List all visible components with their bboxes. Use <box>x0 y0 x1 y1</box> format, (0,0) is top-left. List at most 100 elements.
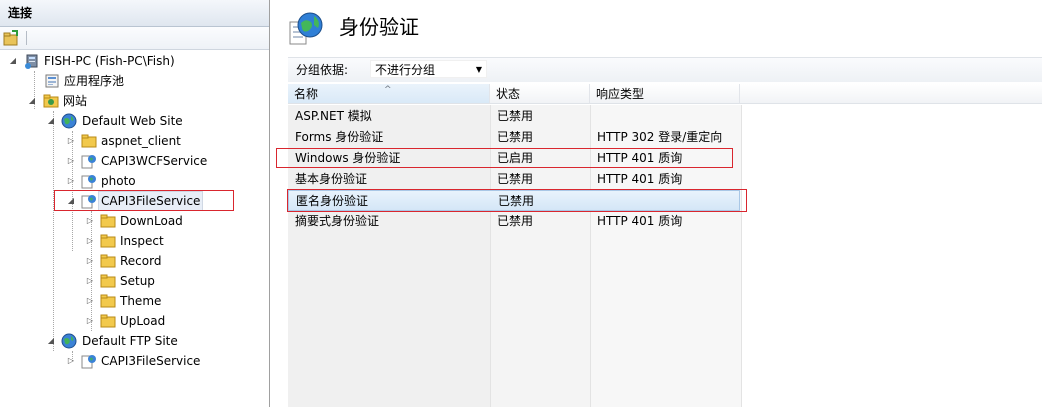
tree-item-label: CAPI3FileService <box>101 354 201 368</box>
tree-item-label: Setup <box>120 274 155 288</box>
folder-icon <box>100 234 116 248</box>
feature-panel: 身份验证 分组依据: 不进行分组 ▼ 名称 ^ 状态 响应类型 ASP.NET … <box>271 0 1042 407</box>
sort-ascending-icon: ^ <box>384 85 392 95</box>
tree-item-label: Record <box>120 254 162 268</box>
cell-name: ASP.NET 模拟 <box>295 109 372 123</box>
collapse-icon[interactable]: ▷ <box>85 271 95 291</box>
tree-item-label: DownLoad <box>120 214 183 228</box>
column-header-label: 响应类型 <box>596 87 645 101</box>
tree-item-inspect[interactable]: ▷ Inspect <box>0 231 268 251</box>
folder-icon <box>100 254 116 268</box>
web-app-icon <box>81 155 96 169</box>
collapse-icon[interactable]: ▷ <box>85 291 95 311</box>
expand-icon[interactable]: ◢ <box>46 111 56 131</box>
connections-toolbar <box>0 27 269 50</box>
tree-item-upload[interactable]: ▷ UpLoad <box>0 311 268 331</box>
tree-item-sites[interactable]: ◢ 网站 <box>0 91 268 111</box>
column-header-name[interactable]: 名称 ^ <box>288 84 490 104</box>
collapse-icon[interactable]: ▷ <box>85 251 95 271</box>
expand-icon[interactable]: ◢ <box>46 331 56 351</box>
collapse-icon[interactable]: ▷ <box>66 151 76 171</box>
column-header-label: 名称 <box>294 87 319 101</box>
folder-icon <box>100 274 116 288</box>
highlight-box <box>54 190 234 211</box>
server-icon <box>25 54 38 69</box>
cell-name: 摘要式身份验证 <box>295 214 380 228</box>
web-app-icon <box>81 175 96 189</box>
tree-item-download[interactable]: ▷ DownLoad <box>0 211 268 231</box>
folder-icon <box>100 294 116 308</box>
web-app-icon <box>81 355 96 369</box>
column-header-label: 状态 <box>496 87 521 101</box>
expand-icon[interactable]: ◢ <box>27 91 37 111</box>
collapse-icon[interactable]: ▷ <box>66 131 76 151</box>
tree-item-label: UpLoad <box>120 314 166 328</box>
tree-item-server[interactable]: ◢ FISH-PC (Fish-PC\Fish) <box>0 51 268 71</box>
cell-response-type: HTTP 401 质询 <box>597 214 683 228</box>
globe-icon <box>61 333 77 349</box>
tree-item-label: Default FTP Site <box>82 334 178 348</box>
collapse-icon[interactable]: ▷ <box>66 171 76 191</box>
tree-item-photo[interactable]: ▷ photo <box>0 171 268 191</box>
cell-response-type: HTTP 302 登录/重定向 <box>597 130 723 144</box>
app-pool-icon <box>45 74 59 88</box>
tree-item-aspnet-client[interactable]: ▷ aspnet_client <box>0 131 268 151</box>
collapse-icon[interactable]: ▷ <box>85 231 95 251</box>
authentication-icon <box>289 12 323 45</box>
collapse-icon[interactable]: ▷ <box>66 351 76 371</box>
table-row[interactable]: Forms 身份验证 已禁用 HTTP 302 登录/重定向 <box>288 127 740 148</box>
highlight-box <box>276 148 733 168</box>
cell-status: 已禁用 <box>497 130 534 144</box>
column-header-response-type[interactable]: 响应类型 <box>590 84 740 104</box>
tree-item-label: aspnet_client <box>101 134 181 148</box>
column-header-filler <box>740 84 1042 104</box>
globe-icon <box>61 113 77 129</box>
tree-item-label: Theme <box>120 294 162 308</box>
tree-item-ftp-capi3fileservice[interactable]: ▷ CAPI3FileService <box>0 351 268 371</box>
tree-item-label: CAPI3WCFService <box>101 154 208 168</box>
tree-item-record[interactable]: ▷ Record <box>0 251 268 271</box>
grid-header: 名称 ^ 状态 响应类型 <box>288 84 1042 105</box>
tree-item-setup[interactable]: ▷ Setup <box>0 271 268 291</box>
column-header-status[interactable]: 状态 <box>490 84 590 104</box>
cell-response-type <box>590 106 597 127</box>
toolbar-separator <box>26 31 27 45</box>
connect-icon[interactable] <box>3 30 19 46</box>
cell-response-type: HTTP 401 质询 <box>597 172 683 186</box>
tree-item-label: photo <box>101 174 136 188</box>
table-row[interactable]: 基本身份验证 已禁用 HTTP 401 质询 <box>288 169 740 190</box>
tree-item-app-pools[interactable]: 应用程序池 <box>0 71 268 91</box>
collapse-icon[interactable]: ▷ <box>85 311 95 331</box>
tree-item-theme[interactable]: ▷ Theme <box>0 291 268 311</box>
cell-name: 基本身份验证 <box>295 172 368 186</box>
group-by-value: 不进行分组 <box>375 63 436 77</box>
folder-icon <box>100 314 116 328</box>
tree-item-default-ftp-site[interactable]: ◢ Default FTP Site <box>0 331 268 351</box>
table-row[interactable]: 摘要式身份验证 已禁用 HTTP 401 质询 <box>288 211 740 232</box>
tree-item-capi3wcfservice[interactable]: ▷ CAPI3WCFService <box>0 151 268 171</box>
table-row[interactable]: ASP.NET 模拟 已禁用 <box>288 106 740 127</box>
group-by-bar: 分组依据: 不进行分组 ▼ <box>288 57 1042 82</box>
folder-icon <box>100 214 116 228</box>
tree-item-label: 应用程序池 <box>64 74 125 88</box>
cell-name: Forms 身份验证 <box>295 130 384 144</box>
group-by-label: 分组依据: <box>296 63 349 77</box>
collapse-icon[interactable]: ▷ <box>85 211 95 231</box>
tree-item-label: Default Web Site <box>82 114 183 128</box>
tree-item-label: FISH-PC (Fish-PC\Fish) <box>44 54 175 68</box>
highlight-box <box>287 189 747 212</box>
tree-item-label: 网站 <box>63 94 88 108</box>
tree-item-default-web-site[interactable]: ◢ Default Web Site <box>0 111 268 131</box>
cell-status: 已禁用 <box>497 109 534 123</box>
page-title: 身份验证 <box>339 15 419 39</box>
group-by-dropdown[interactable]: 不进行分组 ▼ <box>370 60 487 78</box>
connections-header: 连接 <box>0 0 269 27</box>
dropdown-arrow-icon[interactable]: ▼ <box>476 61 482 79</box>
tree-item-label: Inspect <box>120 234 164 248</box>
sites-folder-icon <box>43 94 59 108</box>
cell-status: 已禁用 <box>497 214 534 228</box>
folder-icon <box>81 134 97 148</box>
connections-panel: 连接 ◢ FISH-PC (Fish-PC\Fish) 应用程序池 ◢ 网站 ◢… <box>0 0 270 407</box>
cell-status: 已禁用 <box>497 172 534 186</box>
expand-icon[interactable]: ◢ <box>8 51 18 71</box>
